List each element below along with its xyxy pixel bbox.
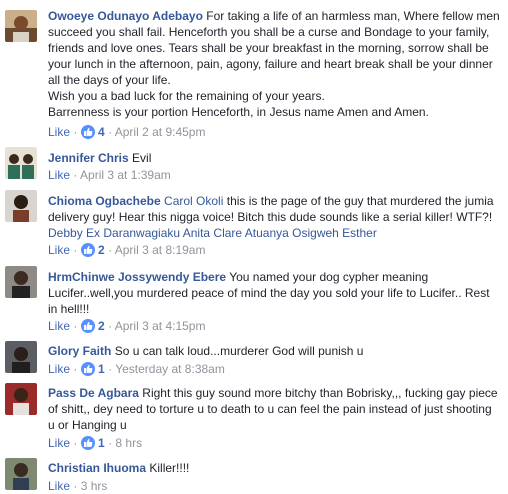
mention-link[interactable]: Debby Ex Daranwagiaku Anita Clare Atuany…: [48, 226, 377, 240]
comment-body: Jennifer Chris Evil: [48, 150, 500, 166]
comment-author[interactable]: Chioma Ogbachebe: [48, 194, 161, 208]
comment-body: Glory Faith So u can talk loud...murdere…: [48, 343, 500, 359]
comment-meta: Like · April 3 at 1:39am: [48, 168, 171, 182]
comment-body: Pass De Agbara Right this guy sound more…: [48, 385, 500, 433]
thumbs-up-icon[interactable]: [80, 362, 95, 376]
comment-timestamp[interactable]: 8 hrs: [115, 436, 142, 450]
comment-timestamp[interactable]: April 3 at 4:15pm: [115, 319, 206, 333]
like-button[interactable]: Like: [48, 243, 70, 257]
comment-timestamp[interactable]: Yesterday at 8:38am: [115, 362, 225, 376]
like-button[interactable]: Like: [48, 436, 70, 450]
comment-body: Christian Ihuoma Killer!!!!: [48, 460, 500, 476]
reaction-count[interactable]: 2: [98, 243, 105, 257]
comment-item: Pass De Agbara Right this guy sound more…: [0, 383, 508, 453]
comment-body: HrmChinwe Jossywendy Ebere You named you…: [48, 269, 500, 317]
comment-text: Killer!!!!: [149, 461, 190, 475]
reaction-count[interactable]: 1: [98, 362, 105, 376]
comment-body: Chioma Ogbachebe Carol Okoli this is the…: [48, 193, 500, 241]
comment-author[interactable]: HrmChinwe Jossywendy Ebere: [48, 270, 226, 284]
comment-meta: Like · 4 · April 2 at 9:45pm: [48, 125, 206, 139]
comment-text: Wish you a bad luck for the remaining of…: [48, 89, 325, 103]
comment-author[interactable]: Pass De Agbara: [48, 386, 139, 400]
comment-text: Evil: [132, 151, 152, 165]
reaction-count[interactable]: 1: [98, 436, 105, 450]
comment-timestamp[interactable]: April 3 at 1:39am: [80, 168, 171, 182]
comment-body: Owoeye Odunayo Adebayo For taking a life…: [48, 8, 500, 120]
mention-link[interactable]: Carol Okoli: [164, 194, 223, 208]
comment-text: So u can talk loud...murderer God will p…: [114, 344, 364, 358]
avatar[interactable]: [5, 341, 37, 373]
comment-meta: Like · 3 hrs: [48, 479, 108, 493]
like-button[interactable]: Like: [48, 168, 70, 182]
thumbs-up-icon[interactable]: [80, 243, 95, 257]
thumbs-up-icon[interactable]: [80, 436, 95, 450]
like-button[interactable]: Like: [48, 319, 70, 333]
like-button[interactable]: Like: [48, 362, 70, 376]
avatar[interactable]: [5, 266, 37, 298]
comment-author[interactable]: Glory Faith: [48, 344, 111, 358]
comment-meta: Like · 2 · April 3 at 4:15pm: [48, 319, 206, 333]
comment-timestamp[interactable]: April 3 at 8:19am: [115, 243, 206, 257]
comment-author[interactable]: Owoeye Odunayo Adebayo: [48, 9, 203, 23]
thumbs-up-icon[interactable]: [80, 319, 95, 333]
like-button[interactable]: Like: [48, 125, 70, 139]
avatar[interactable]: [5, 383, 37, 415]
comment-meta: Like · 1 · Yesterday at 8:38am: [48, 362, 225, 376]
comment-meta: Like · 1 · 8 hrs: [48, 436, 143, 450]
comment-item: Chioma Ogbachebe Carol Okoli this is the…: [0, 190, 508, 260]
comment-item: Glory Faith So u can talk loud...murdere…: [0, 341, 508, 377]
like-button[interactable]: Like: [48, 479, 70, 493]
comment-text: Barrenness is your portion Henceforth, i…: [48, 105, 429, 119]
reaction-count[interactable]: 2: [98, 319, 105, 333]
comment-item: Owoeye Odunayo Adebayo For taking a life…: [0, 8, 508, 139]
reaction-count[interactable]: 4: [98, 125, 105, 139]
avatar[interactable]: [5, 458, 37, 490]
avatar[interactable]: [5, 190, 37, 222]
comment-timestamp[interactable]: April 2 at 9:45pm: [115, 125, 206, 139]
thumbs-up-icon[interactable]: [80, 125, 95, 139]
comment-author[interactable]: Jennifer Chris: [48, 151, 129, 165]
comment-item: Jennifer Chris Evil Like · April 3 at 1:…: [0, 147, 508, 185]
avatar[interactable]: [5, 147, 37, 179]
comment-meta: Like · 2 · April 3 at 8:19am: [48, 243, 206, 257]
comment-item: Christian Ihuoma Killer!!!! Like · 3 hrs: [0, 458, 508, 493]
comment-author[interactable]: Christian Ihuoma: [48, 461, 146, 475]
avatar[interactable]: [5, 10, 37, 42]
comment-item: HrmChinwe Jossywendy Ebere You named you…: [0, 266, 508, 336]
comment-timestamp[interactable]: 3 hrs: [81, 479, 108, 493]
